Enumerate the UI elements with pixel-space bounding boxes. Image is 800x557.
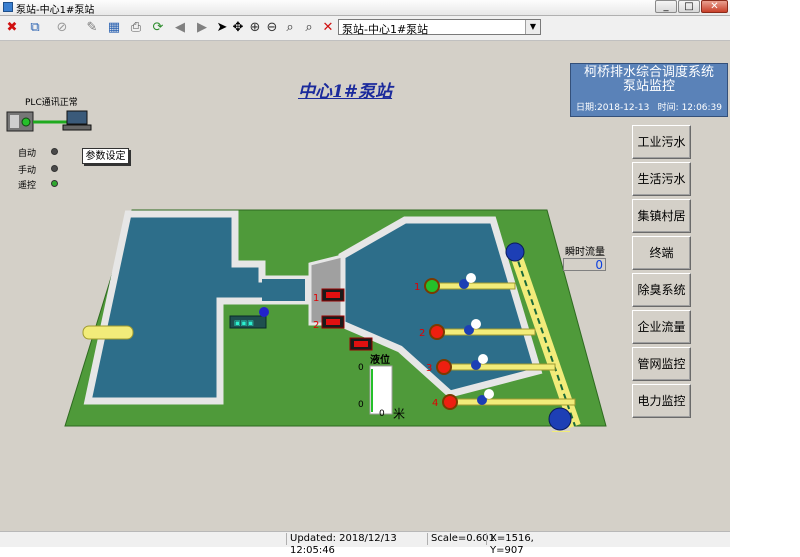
pan-icon[interactable]: ✥: [230, 20, 246, 36]
chevron-down-icon[interactable]: ▼: [525, 20, 540, 34]
level-axis-zero: 0: [379, 409, 385, 419]
status-scale: Scale=0.601: [427, 533, 495, 545]
mode-auto-label: 自动: [18, 149, 37, 159]
pump-number: 2: [419, 328, 425, 339]
close-red-icon[interactable]: ✕: [320, 20, 336, 36]
level-title: 液位: [370, 355, 390, 366]
flow-label: 瞬时流量: [565, 247, 605, 258]
station-select-value: 泵站-中心1#泵站: [342, 23, 429, 36]
nav-button[interactable]: 集镇村居: [632, 199, 691, 233]
app-icon: [3, 2, 13, 12]
window-title: 泵站-中心1#泵站: [16, 5, 95, 16]
channel-water: [262, 279, 305, 301]
gate-1-indicator: [326, 292, 340, 298]
zoom-out-icon[interactable]: ⊖: [264, 20, 280, 36]
system-info-panel: 柯桥排水综合调度系统 泵站监控 日期:2018-12-13 时间: 12:06:…: [570, 63, 728, 117]
mode-manual-led-icon: [51, 165, 58, 172]
station-title: 中心1#泵站: [298, 82, 393, 102]
time-display: 时间: 12:06:39: [658, 100, 722, 113]
date-label: 日期:: [576, 103, 598, 113]
pump-status-icon: [436, 359, 452, 375]
date-display: 日期:2018-12-13: [576, 100, 649, 113]
system-subtitle: 泵站监控: [622, 79, 675, 94]
pump-valve-cap-icon: [466, 273, 476, 283]
new-window-icon[interactable]: ⧉: [27, 20, 43, 36]
plc-led-icon: [21, 117, 31, 127]
time-value: 12:06:39: [681, 103, 722, 113]
mode-manual-label: 手动: [18, 166, 37, 176]
scada-canvas: 中心1#泵站 柯桥排水综合调度系统 泵站监控 日期:2018-12-13 时间:…: [0, 41, 730, 531]
zoom-in-icon[interactable]: ⊕: [247, 20, 263, 36]
gate-2-number: 2: [313, 320, 319, 331]
mode-auto-led-icon: [51, 148, 58, 155]
nav-button[interactable]: 管网监控: [632, 347, 691, 381]
pump-number: 4: [432, 398, 438, 409]
param-settings-button[interactable]: 参数设定: [82, 148, 129, 164]
discharge-valve-bottom-icon: [548, 407, 572, 431]
pump-number: 3: [426, 363, 432, 374]
inlet-pipe: [82, 325, 134, 340]
plc-comm-graphic: [6, 110, 92, 132]
delete-icon[interactable]: ✖: [4, 20, 20, 36]
plc-device-panel: [10, 115, 19, 128]
pump-outlet-pipe: [436, 328, 536, 336]
app-window: 泵站-中心1#泵站 _ □ ✕ ✖ ⧉ ⊘ ✎ ▦ ⎙ ⟳ ◀ ▶ ➤ ✥ ⊕ …: [0, 0, 730, 556]
level-bottom-value: 0: [358, 400, 364, 410]
pump-outlet-pipe: [449, 398, 576, 406]
flow-value: 0: [563, 258, 606, 271]
system-name: 柯桥排水综合调度系统: [583, 65, 714, 80]
date-value: 2018-12-13: [597, 103, 650, 113]
edit-icon[interactable]: ✎: [84, 20, 100, 36]
back-icon[interactable]: ◀: [172, 20, 188, 36]
gate-1-number: 1: [313, 293, 319, 304]
table-icon[interactable]: ▦: [106, 20, 122, 36]
pump-valve-cap-icon: [471, 319, 481, 329]
nav-button[interactable]: 电力监控: [632, 384, 691, 418]
time-label: 时间:: [657, 103, 679, 113]
nav-button[interactable]: 除臭系统: [632, 273, 691, 307]
discharge-valve-top-icon: [505, 242, 525, 262]
outlet-stub: [552, 431, 570, 432]
toolbar: ✖ ⧉ ⊘ ✎ ▦ ⎙ ⟳ ◀ ▶ ➤ ✥ ⊕ ⊖ ⌕ ⌕ ✕ 泵站-中心1#泵…: [0, 16, 730, 41]
pump-status-icon: [424, 278, 440, 294]
gate-2-indicator: [326, 319, 340, 325]
status-updated: Updated: 2018/12/13 12:05:46: [286, 533, 426, 556]
pump-status-icon: [429, 324, 445, 340]
pump-number: 1: [414, 282, 420, 293]
level-gauge-bg: [369, 365, 393, 415]
nav-button[interactable]: 生活污水: [632, 162, 691, 196]
title-bar: 泵站-中心1#泵站 _ □ ✕: [0, 0, 730, 16]
zoom-prev-icon[interactable]: ⌕: [301, 20, 317, 36]
close-button[interactable]: ✕: [701, 0, 728, 13]
pump-outlet-pipe: [431, 282, 516, 290]
minimize-button[interactable]: _: [655, 0, 677, 13]
status-bar: Updated: 2018/12/13 12:05:46 Scale=0.601…: [0, 531, 730, 556]
nav-button[interactable]: 终端: [632, 236, 691, 270]
pump-valve-cap-icon: [484, 389, 494, 399]
screen-machine-glyph: ▣▣▣: [234, 319, 254, 327]
pump-status-icon: [442, 394, 458, 410]
pump-valve-cap-icon: [478, 354, 488, 364]
computer-base-icon: [62, 124, 92, 131]
nav-button[interactable]: 工业污水: [632, 125, 691, 159]
attach-icon[interactable]: ⊘: [54, 20, 70, 36]
gate-3-indicator: [354, 341, 368, 347]
pump-outlet-pipe: [443, 363, 556, 371]
mode-remote-label: 遥控: [18, 181, 37, 191]
level-unit: 米: [393, 407, 406, 421]
zoom-window-icon[interactable]: ⌕: [282, 20, 298, 36]
pump-station-diagram: ▣▣▣ 1 2 1 2 3 4: [64, 209, 607, 432]
status-coords: X=1516, Y=907: [486, 533, 566, 556]
level-top-value: 0: [358, 363, 364, 373]
computer-monitor-icon: [66, 110, 88, 125]
pointer-icon[interactable]: ➤: [214, 20, 230, 36]
refresh-icon[interactable]: ⟳: [150, 20, 166, 36]
nav-button[interactable]: 企业流量: [632, 310, 691, 344]
maximize-button[interactable]: □: [678, 0, 700, 13]
mode-remote-led-icon: [51, 180, 58, 187]
print-icon[interactable]: ⎙: [128, 20, 144, 36]
forward-icon[interactable]: ▶: [194, 20, 210, 36]
screen-motor-icon: [259, 307, 269, 317]
station-select[interactable]: 泵站-中心1#泵站 ▼: [338, 19, 541, 36]
